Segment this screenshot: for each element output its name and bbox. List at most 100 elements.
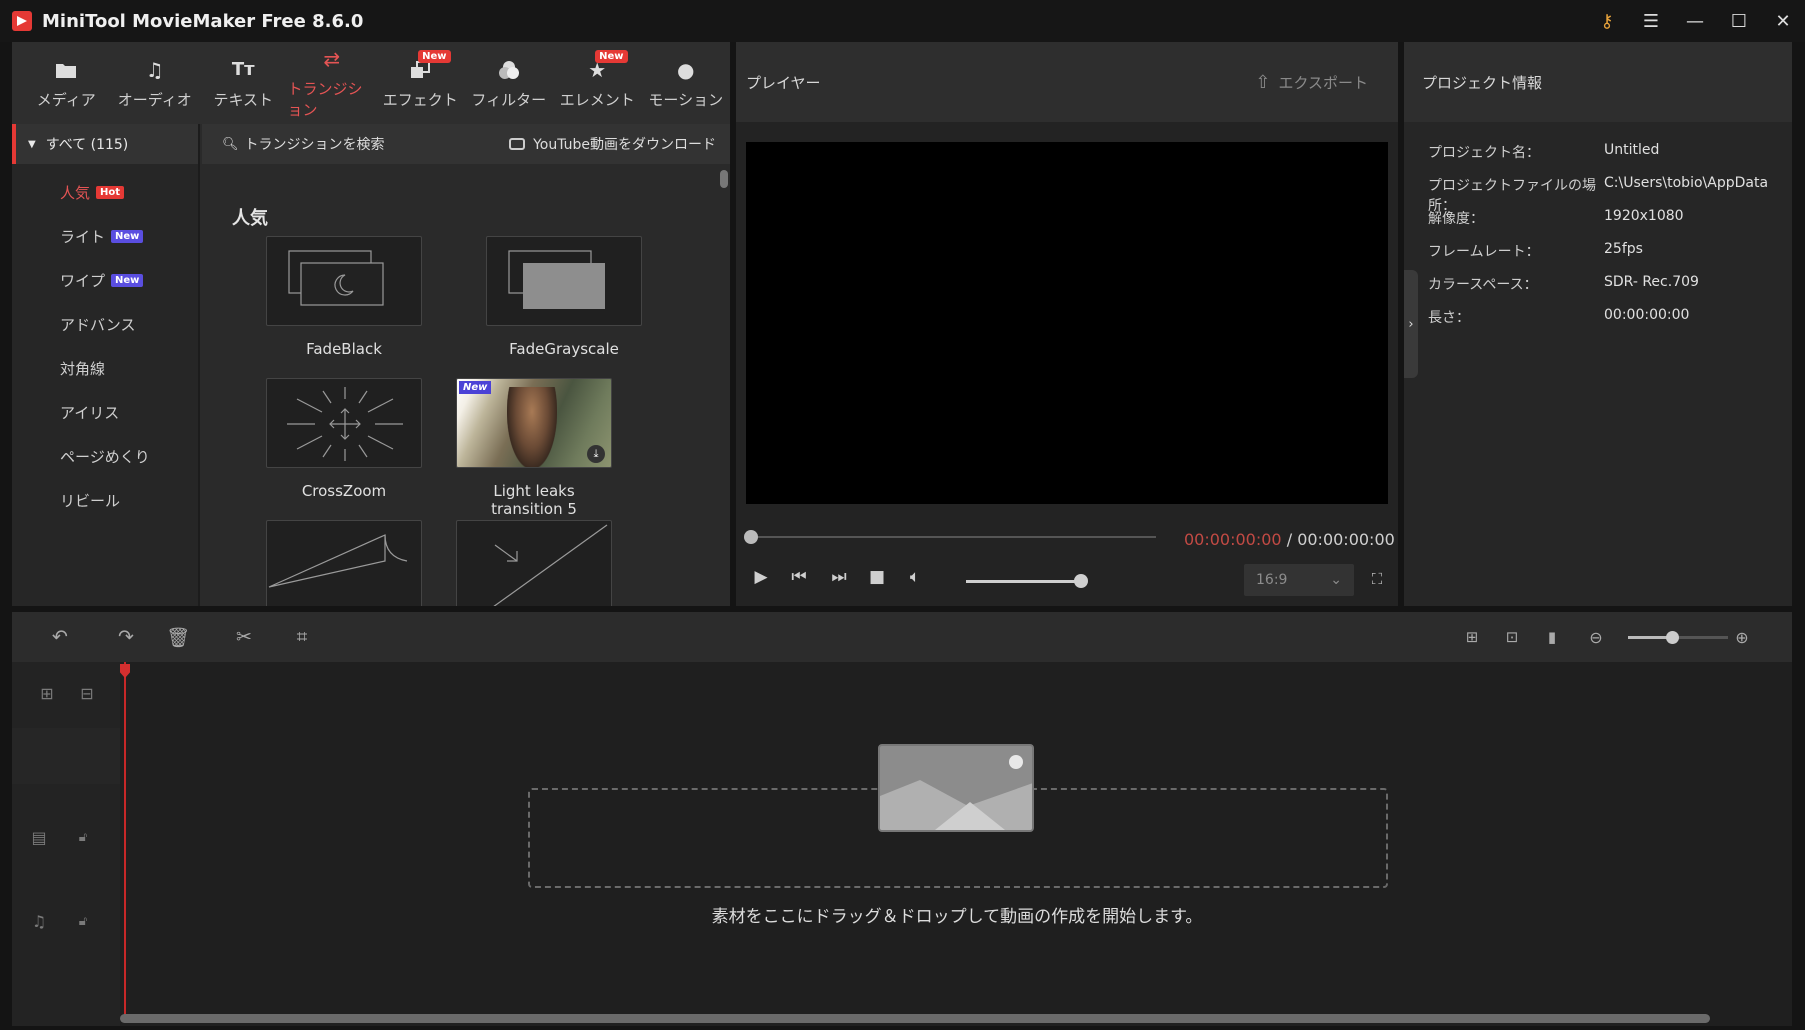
title-bar: MiniTool MovieMaker Free 8.6.0 ⚷ ☰ — ☐ ✕ <box>0 0 1805 42</box>
zoom-in-icon[interactable]: ⊕ <box>1728 624 1756 650</box>
crop-icon[interactable]: ⌗ <box>288 624 316 650</box>
previous-frame-icon[interactable]: ⏮ <box>786 564 812 590</box>
project-info-title: プロジェクト情報 <box>1422 73 1543 92</box>
category-light[interactable]: ライト New <box>12 214 198 258</box>
transition-tile-fadeblack[interactable]: FadeBlack <box>266 236 422 358</box>
transition-tile-fadegrayscale[interactable]: FadeGrayscale <box>486 236 642 358</box>
category-sidebar: ▼ すべて (115) 人気 Hot ライト New ワイプ New アドバンス… <box>12 124 200 606</box>
youtube-download-label: YouTube動画をダウンロード <box>533 137 716 153</box>
minimize-icon[interactable]: — <box>1673 0 1717 42</box>
undo-icon[interactable]: ↶ <box>46 624 74 650</box>
fit-timeline-icon[interactable]: ⊞ <box>1458 624 1486 650</box>
audio-track-icon[interactable]: ▮ <box>1538 624 1566 650</box>
next-frame-icon[interactable]: ⏭ <box>826 564 852 590</box>
project-info-panel: プロジェクト情報 プロジェクト名： Untitled プロジェクトファイルの場所… <box>1404 42 1792 606</box>
tile-thumbnail: New ⤓ <box>456 378 612 468</box>
player-header: プレイヤー ⇧ エクスポート <box>736 42 1398 122</box>
aspect-ratio-select[interactable]: 16:9 ⌄ <box>1244 564 1354 596</box>
youtube-download-button[interactable]: YouTube動画をダウンロード <box>509 134 716 154</box>
tab-element[interactable]: ★ New エレメント <box>553 42 642 124</box>
export-button[interactable]: ⇧ エクスポート <box>1255 72 1368 93</box>
chevron-right-icon: › <box>1408 316 1414 332</box>
gallery-scrollbar[interactable] <box>720 170 728 188</box>
maximize-icon[interactable]: ☐ <box>1717 0 1761 42</box>
app-logo-icon <box>12 11 32 31</box>
app-title: MiniTool MovieMaker Free 8.6.0 <box>42 10 364 32</box>
tile-thumbnail <box>266 378 422 468</box>
info-key: 解像度： <box>1428 211 1484 227</box>
new-badge: New <box>418 50 451 63</box>
volume-handle[interactable] <box>1074 574 1088 588</box>
time-separator: / <box>1286 530 1293 549</box>
search-icon: 🔍︎ <box>222 136 239 152</box>
key-icon[interactable]: ⚷ <box>1585 0 1629 42</box>
transition-tile-crosszoom[interactable]: CrossZoom <box>266 378 422 500</box>
seek-handle[interactable] <box>744 530 758 544</box>
close-icon[interactable]: ✕ <box>1761 0 1805 42</box>
snap-icon[interactable]: ⊡ <box>1498 624 1526 650</box>
category-advanced[interactable]: アドバンス <box>12 302 198 346</box>
category-page-curl[interactable]: ページめくり <box>12 434 198 478</box>
category-popular[interactable]: 人気 Hot <box>12 170 198 214</box>
info-key: カラースペース： <box>1428 277 1538 293</box>
transition-tile[interactable] <box>266 520 422 606</box>
transition-gallery: 🔍︎ トランジションを検索 YouTube動画をダウンロード 人気 FadeBl… <box>202 124 730 606</box>
info-row-framerate: フレームレート： 25fps <box>1428 241 1768 261</box>
split-icon[interactable]: ✂ <box>230 624 258 650</box>
download-icon[interactable]: ⤓ <box>587 445 605 463</box>
playhead-handle[interactable] <box>120 664 130 678</box>
tab-label: フィルター <box>471 90 547 109</box>
category-iris[interactable]: アイリス <box>12 390 198 434</box>
timeline-scrollbar[interactable] <box>120 1014 1710 1023</box>
export-label: エクスポート <box>1278 73 1368 92</box>
tab-effect[interactable]: New エフェクト <box>376 42 465 124</box>
track-header-row <box>12 728 120 784</box>
volume-slider[interactable] <box>966 580 1086 583</box>
category-reveal[interactable]: リビール <box>12 478 198 522</box>
category-diagonal[interactable]: 対角線 <box>12 346 198 390</box>
tab-filter[interactable]: フィルター <box>465 42 554 124</box>
lock-icon[interactable]: 🔓︎ <box>72 826 94 848</box>
category-all-label: すべて (115) <box>45 137 129 153</box>
delete-icon[interactable]: 🗑︎ <box>164 624 192 650</box>
zoom-out-icon[interactable]: ⊖ <box>1582 624 1610 650</box>
folder-icon <box>55 57 77 83</box>
youtube-icon <box>509 138 526 150</box>
category-wipe[interactable]: ワイプ New <box>12 258 198 302</box>
image-placeholder-icon <box>878 744 1034 832</box>
tile-thumbnail <box>266 520 422 606</box>
volume-icon[interactable]: 🔈︎ <box>902 564 928 590</box>
info-value: 1920x1080 <box>1604 208 1684 224</box>
export-icon: ⇧ <box>1255 71 1271 93</box>
redo-icon[interactable]: ↷ <box>112 624 140 650</box>
project-info-header: プロジェクト情報 <box>1404 42 1792 122</box>
tab-audio[interactable]: ♫ オーディオ <box>111 42 200 124</box>
transition-tile-light-leaks-5[interactable]: New ⤓ Light leaks transition 5 <box>456 378 612 518</box>
info-key: フレームレート： <box>1428 244 1540 260</box>
preview-screen <box>746 142 1388 504</box>
transition-tile[interactable] <box>456 520 612 606</box>
total-time: 00:00:00:00 <box>1297 530 1395 549</box>
video-track-icon: ▤ <box>31 827 47 847</box>
seek-bar[interactable] <box>746 536 1156 538</box>
stop-icon[interactable]: ■ <box>864 564 890 590</box>
tab-motion[interactable]: ● モーション <box>642 42 731 124</box>
playhead[interactable] <box>124 662 126 1016</box>
search-input[interactable]: 🔍︎ トランジションを検索 <box>222 134 385 154</box>
timeline-area[interactable]: ⊞ ⊟ ▤ 🔓︎ ♫ 🔓︎ 素材をここにドラッグ＆ドロップして動画の作成を開始し… <box>12 662 1792 1026</box>
info-value: SDR- Rec.709 <box>1604 274 1699 290</box>
zoom-handle[interactable] <box>1666 631 1679 644</box>
timecode: 00:00:00:00 / 00:00:00:00 <box>1184 530 1395 549</box>
track-manager-icon[interactable]: ⊟ <box>76 682 98 704</box>
category-all[interactable]: ▼ すべて (115) <box>12 124 198 164</box>
add-track-icon[interactable]: ⊞ <box>36 682 58 704</box>
info-row-colorspace: カラースペース： SDR- Rec.709 <box>1428 274 1768 294</box>
tab-transition[interactable]: ⇄ トランジション <box>288 42 377 124</box>
menu-icon[interactable]: ☰ <box>1629 0 1673 42</box>
play-icon[interactable]: ▶ <box>748 564 774 590</box>
tile-thumbnail <box>456 520 612 606</box>
tab-media[interactable]: メディア <box>22 42 111 124</box>
collapse-panel-button[interactable]: › <box>1404 270 1418 378</box>
fullscreen-icon[interactable]: ⛶ <box>1366 568 1388 590</box>
tab-text[interactable]: Tт テキスト <box>199 42 288 124</box>
